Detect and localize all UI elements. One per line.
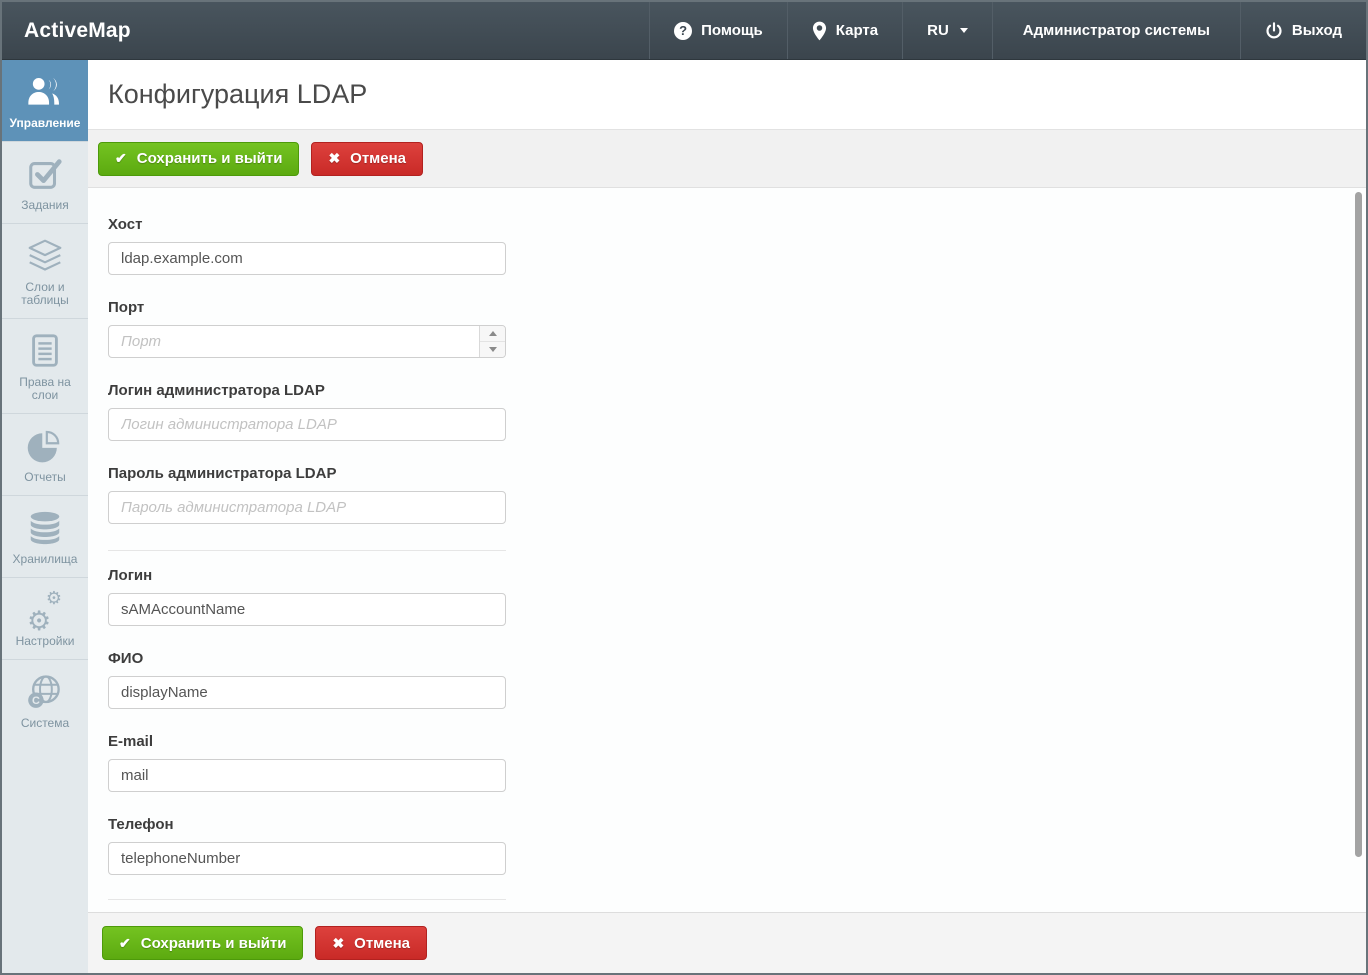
sidebar-item-label: Задания	[21, 199, 68, 212]
arrow-down-icon	[489, 347, 497, 352]
field-label: Хост	[108, 216, 506, 233]
sidebar-item-storages[interactable]: Хранилища	[2, 495, 88, 577]
spinner-up-button[interactable]	[480, 326, 505, 341]
toolbar-bottom: ✔ Сохранить и выйти ✖ Отмена	[88, 912, 1366, 973]
sidebar-item-label: Хранилища	[13, 553, 78, 566]
power-icon	[1265, 22, 1283, 40]
port-input[interactable]	[108, 325, 506, 358]
pie-chart-icon	[25, 427, 65, 465]
field-admin-login: Логин администратора LDAP	[108, 382, 506, 441]
globe-icon: C	[25, 673, 65, 711]
help-icon: ?	[674, 22, 692, 40]
sidebar-item-layer-rights[interactable]: Права на слои	[2, 318, 88, 413]
document-icon	[26, 332, 64, 370]
sidebar: Управление Задания	[2, 60, 88, 973]
sidebar-item-management[interactable]: Управление	[2, 60, 88, 141]
phone-attr-input[interactable]	[108, 842, 506, 875]
admin-login-input[interactable]	[108, 408, 506, 441]
fullname-attr-input[interactable]	[108, 676, 506, 709]
field-label: Пароль администратора LDAP	[108, 465, 506, 482]
title-bar: Конфигурация LDAP	[88, 60, 1366, 130]
page-title: Конфигурация LDAP	[108, 79, 367, 110]
navbar-spacer	[153, 2, 649, 59]
field-fullname-attr: ФИО	[108, 650, 506, 709]
field-login-attr: Логин	[108, 567, 506, 626]
svg-text:C: C	[32, 695, 40, 707]
field-email-attr: E-mail	[108, 733, 506, 792]
sidebar-item-label: Система	[21, 717, 69, 730]
cancel-button-label: Отмена	[354, 935, 410, 952]
database-icon	[26, 509, 64, 547]
nav-item-label: Администратор системы	[1023, 22, 1210, 39]
cancel-button-label: Отмена	[350, 150, 406, 167]
save-button[interactable]: ✔ Сохранить и выйти	[102, 926, 303, 960]
nav-item-help[interactable]: ? Помощь	[649, 2, 787, 59]
save-button-label: Сохранить и выйти	[141, 935, 287, 952]
toolbar-top: ✔ Сохранить и выйти ✖ Отмена	[88, 130, 1366, 188]
spinner-down-button[interactable]	[480, 341, 505, 357]
cancel-button[interactable]: ✖ Отмена	[311, 142, 423, 176]
cancel-button[interactable]: ✖ Отмена	[315, 926, 427, 960]
cross-icon: ✖	[328, 150, 340, 167]
field-label: Телефон	[108, 816, 506, 833]
admin-password-input[interactable]	[108, 491, 506, 524]
field-label: ФИО	[108, 650, 506, 667]
field-admin-password: Пароль администратора LDAP	[108, 465, 506, 524]
field-phone-attr: Телефон	[108, 816, 506, 875]
nav-item-map[interactable]: Карта	[787, 2, 902, 59]
field-label: E-mail	[108, 733, 506, 750]
field-label: Логин	[108, 567, 506, 584]
nav-item-logout[interactable]: Выход	[1240, 2, 1366, 59]
main-panel: Конфигурация LDAP ✔ Сохранить и выйти ✖ …	[88, 60, 1366, 973]
caret-down-icon	[960, 28, 968, 33]
sidebar-item-label: Отчеты	[24, 471, 65, 484]
nav-item-language[interactable]: RU	[902, 2, 992, 59]
users-icon	[25, 73, 65, 111]
map-pin-icon	[812, 21, 827, 41]
nav-item-label: Выход	[1292, 22, 1342, 39]
sidebar-item-layers[interactable]: Слои и таблицы	[2, 223, 88, 318]
sidebar-item-settings[interactable]: ⚙ ⚙ Настройки	[2, 577, 88, 659]
checkbox-icon	[26, 155, 64, 193]
field-port: Порт	[108, 299, 506, 358]
save-button-label: Сохранить и выйти	[137, 150, 283, 167]
login-attr-input[interactable]	[108, 593, 506, 626]
sidebar-item-label: Слои и таблицы	[5, 281, 85, 307]
form-divider	[108, 550, 506, 551]
check-icon: ✔	[115, 150, 127, 167]
top-navbar: ActiveMap ? Помощь Карта RU Администрато…	[2, 2, 1366, 60]
sidebar-item-system[interactable]: C Система	[2, 659, 88, 741]
sidebar-item-label: Управление	[10, 117, 81, 130]
check-icon: ✔	[119, 935, 131, 952]
sidebar-item-label: Настройки	[16, 635, 75, 648]
layers-icon	[25, 237, 65, 275]
save-button[interactable]: ✔ Сохранить и выйти	[98, 142, 299, 176]
cross-icon: ✖	[332, 935, 344, 952]
form-divider	[108, 899, 506, 900]
nav-item-label: Карта	[836, 22, 878, 39]
sidebar-item-reports[interactable]: Отчеты	[2, 413, 88, 495]
field-label: Порт	[108, 299, 506, 316]
sidebar-item-tasks[interactable]: Задания	[2, 141, 88, 223]
field-host: Хост	[108, 216, 506, 275]
arrow-up-icon	[489, 331, 497, 336]
ldap-form: Хост Порт Логин администратора LDAP	[88, 188, 1366, 912]
field-label: Логин администратора LDAP	[108, 382, 506, 399]
email-attr-input[interactable]	[108, 759, 506, 792]
sidebar-item-label: Права на слои	[5, 376, 85, 402]
host-input[interactable]	[108, 242, 506, 275]
nav-item-label: RU	[927, 22, 949, 39]
nav-item-label: Помощь	[701, 22, 763, 39]
number-spinner	[479, 326, 505, 357]
nav-item-user[interactable]: Администратор системы	[992, 2, 1240, 59]
vertical-scrollbar[interactable]	[1355, 192, 1362, 857]
app-logo: ActiveMap	[2, 2, 153, 59]
gears-icon: ⚙ ⚙	[26, 591, 64, 629]
app-window: ActiveMap ? Помощь Карта RU Администрато…	[0, 0, 1368, 975]
